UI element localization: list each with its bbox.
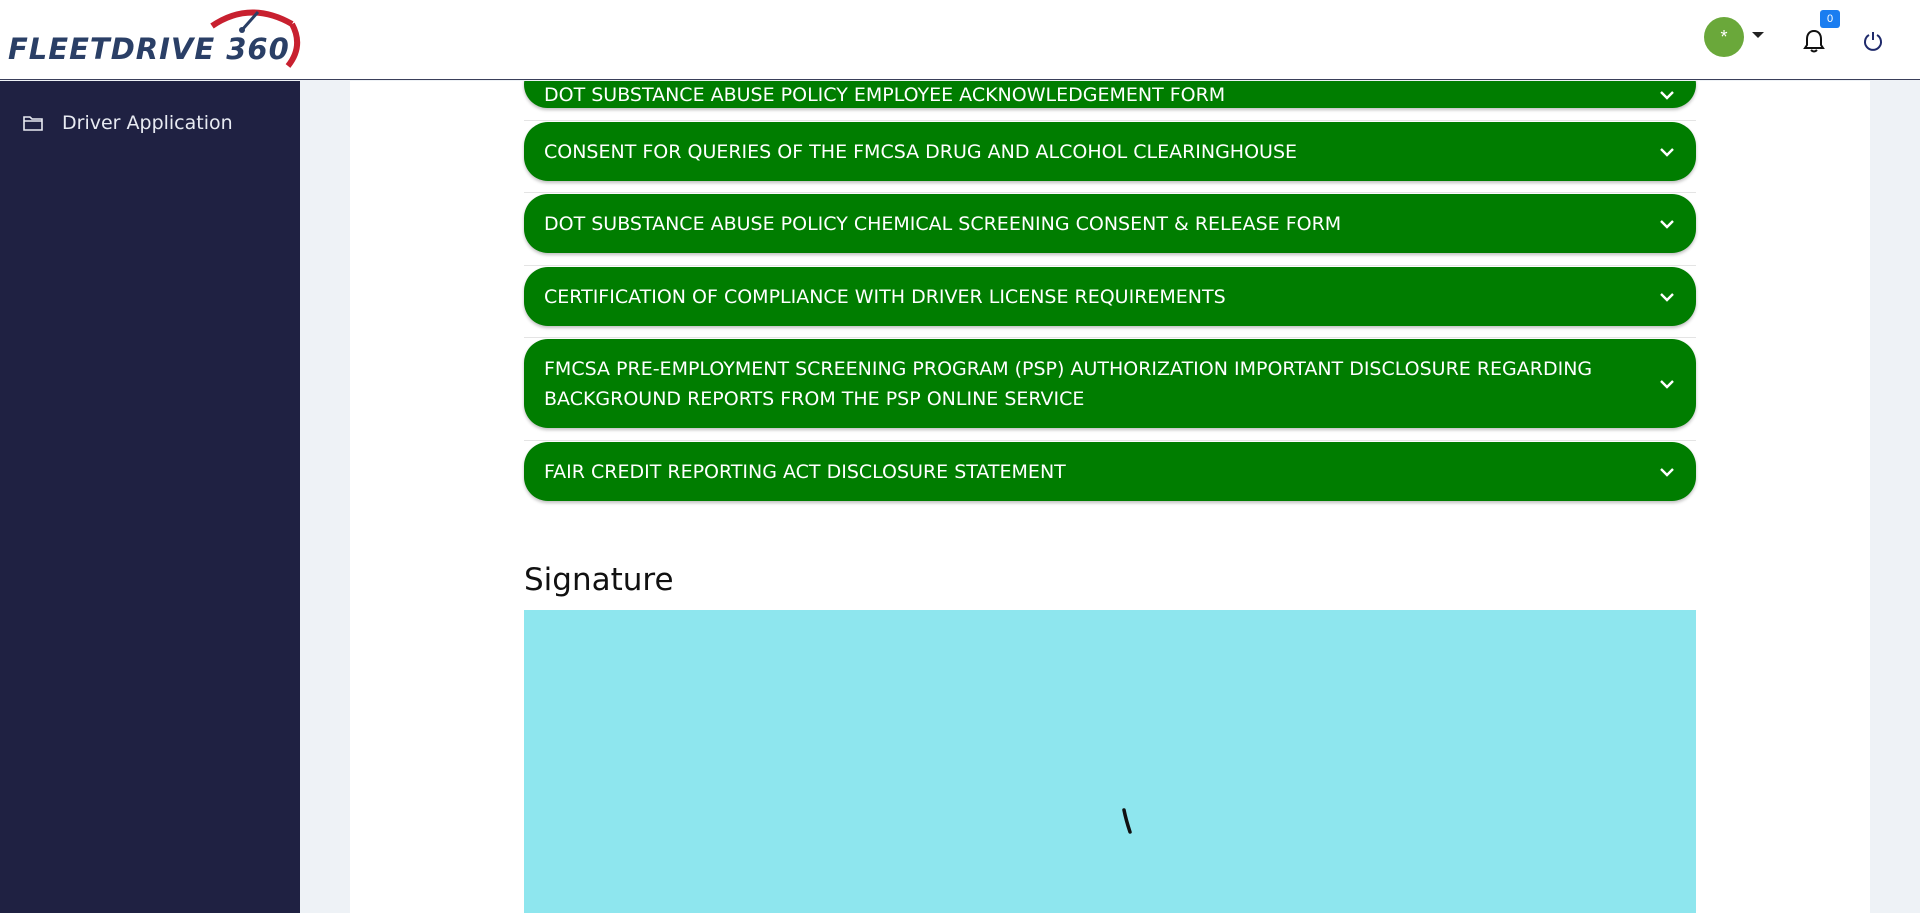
accordion-title: FAIR CREDIT REPORTING ACT DISCLOSURE STA… (544, 460, 1066, 483)
accordion-psp-authorization[interactable]: FMCSA PRE-EMPLOYMENT SCREENING PROGRAM (… (524, 339, 1696, 428)
page-background-strip (1870, 81, 1920, 913)
folder-icon (23, 116, 43, 131)
chevron-down-icon (1660, 219, 1674, 229)
chevron-down-icon (1660, 379, 1674, 389)
divider (524, 337, 1696, 338)
accordion-title: DOT SUBSTANCE ABUSE POLICY EMPLOYEE ACKN… (544, 83, 1226, 106)
dropdown-caret-icon[interactable] (1752, 32, 1764, 38)
accordion-license-compliance[interactable]: CERTIFICATION OF COMPLIANCE WITH DRIVER … (524, 267, 1696, 326)
top-header: FLEETDRIVE 360 * 0 (0, 0, 1920, 80)
accordion-title: FMCSA PRE-EMPLOYMENT SCREENING PROGRAM (… (544, 357, 1593, 410)
accordion-employee-acknowledgement[interactable]: DOT SUBSTANCE ABUSE POLICY EMPLOYEE ACKN… (524, 81, 1696, 108)
signature-stroke (1122, 808, 1132, 834)
power-icon[interactable] (1862, 30, 1884, 52)
sidebar: Driver Application (0, 81, 300, 913)
accordion-title: DOT SUBSTANCE ABUSE POLICY CHEMICAL SCRE… (544, 212, 1342, 235)
accordion-title: CERTIFICATION OF COMPLIANCE WITH DRIVER … (544, 285, 1226, 308)
accordion-title: CONSENT FOR QUERIES OF THE FMCSA DRUG AN… (544, 140, 1298, 163)
chevron-down-icon (1660, 467, 1674, 477)
user-avatar[interactable]: * (1704, 17, 1744, 57)
accordion-chemical-screening-consent[interactable]: DOT SUBSTANCE ABUSE POLICY CHEMICAL SCRE… (524, 194, 1696, 253)
divider (524, 192, 1696, 193)
divider (524, 120, 1696, 121)
chevron-down-icon (1660, 147, 1674, 157)
sidebar-item-driver-application[interactable]: Driver Application (0, 101, 300, 145)
chevron-down-icon (1660, 90, 1674, 100)
divider (524, 440, 1696, 441)
accordion-fair-credit-disclosure[interactable]: FAIR CREDIT REPORTING ACT DISCLOSURE STA… (524, 442, 1696, 501)
divider (524, 265, 1696, 266)
accordion-clearinghouse-consent[interactable]: CONSENT FOR QUERIES OF THE FMCSA DRUG AN… (524, 122, 1696, 181)
bell-icon[interactable] (1802, 28, 1826, 54)
signature-heading: Signature (524, 562, 674, 598)
sidebar-item-label: Driver Application (62, 112, 233, 134)
chevron-down-icon (1660, 292, 1674, 302)
main-content: DOT SUBSTANCE ABUSE POLICY EMPLOYEE ACKN… (350, 81, 1870, 913)
fleetdrive-logo[interactable]: FLEETDRIVE 360 (6, 6, 302, 72)
speedometer-arc-icon (210, 9, 301, 68)
signature-pad[interactable] (524, 610, 1696, 913)
notification-count-badge: 0 (1820, 10, 1840, 28)
